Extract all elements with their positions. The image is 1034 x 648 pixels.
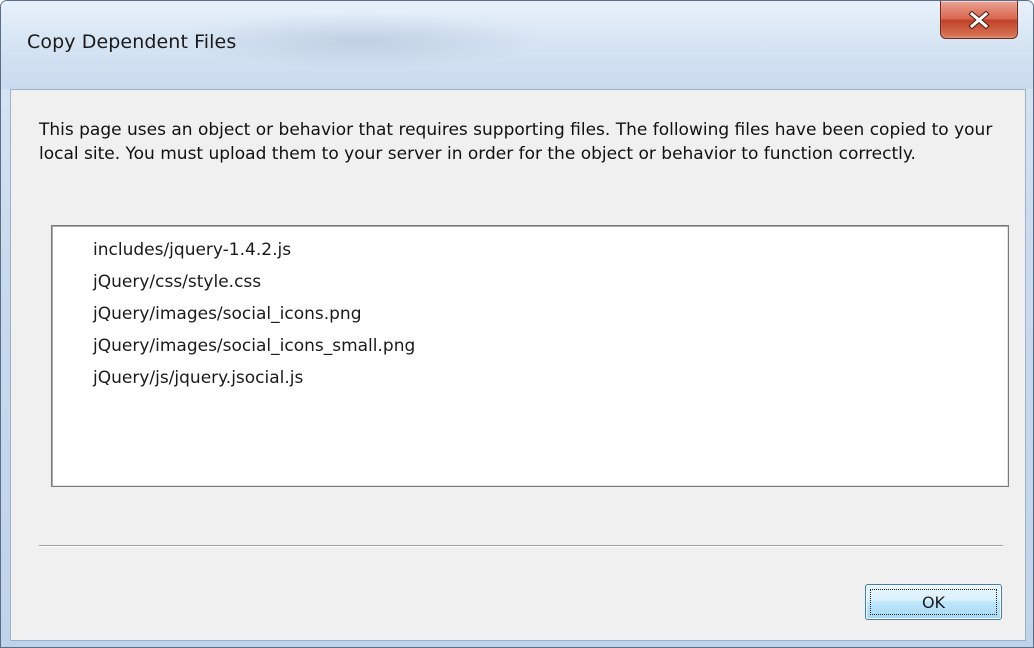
dialog-body: This page uses an object or behavior tha… bbox=[10, 89, 1026, 641]
dialog-message: This page uses an object or behavior tha… bbox=[39, 120, 993, 164]
list-item[interactable]: includes/jquery-1.4.2.js bbox=[93, 234, 1008, 266]
window-title: Copy Dependent Files bbox=[27, 31, 237, 53]
list-item[interactable]: jQuery/images/social_icons.png bbox=[93, 298, 1008, 330]
divider bbox=[39, 545, 1003, 547]
list-item[interactable]: jQuery/images/social_icons_small.png bbox=[93, 330, 1008, 362]
file-list[interactable]: includes/jquery-1.4.2.js jQuery/css/styl… bbox=[51, 225, 1009, 487]
close-icon bbox=[968, 10, 990, 29]
list-item[interactable]: jQuery/js/jquery.jsocial.js bbox=[93, 362, 1008, 394]
ok-button[interactable]: OK bbox=[865, 584, 1002, 620]
dialog-window: Copy Dependent Files This page uses an o… bbox=[0, 0, 1034, 648]
ok-button-label: OK bbox=[870, 589, 997, 615]
close-button[interactable] bbox=[940, 1, 1018, 39]
title-bar[interactable]: Copy Dependent Files bbox=[1, 1, 1033, 89]
list-item[interactable]: jQuery/css/style.css bbox=[93, 266, 1008, 298]
